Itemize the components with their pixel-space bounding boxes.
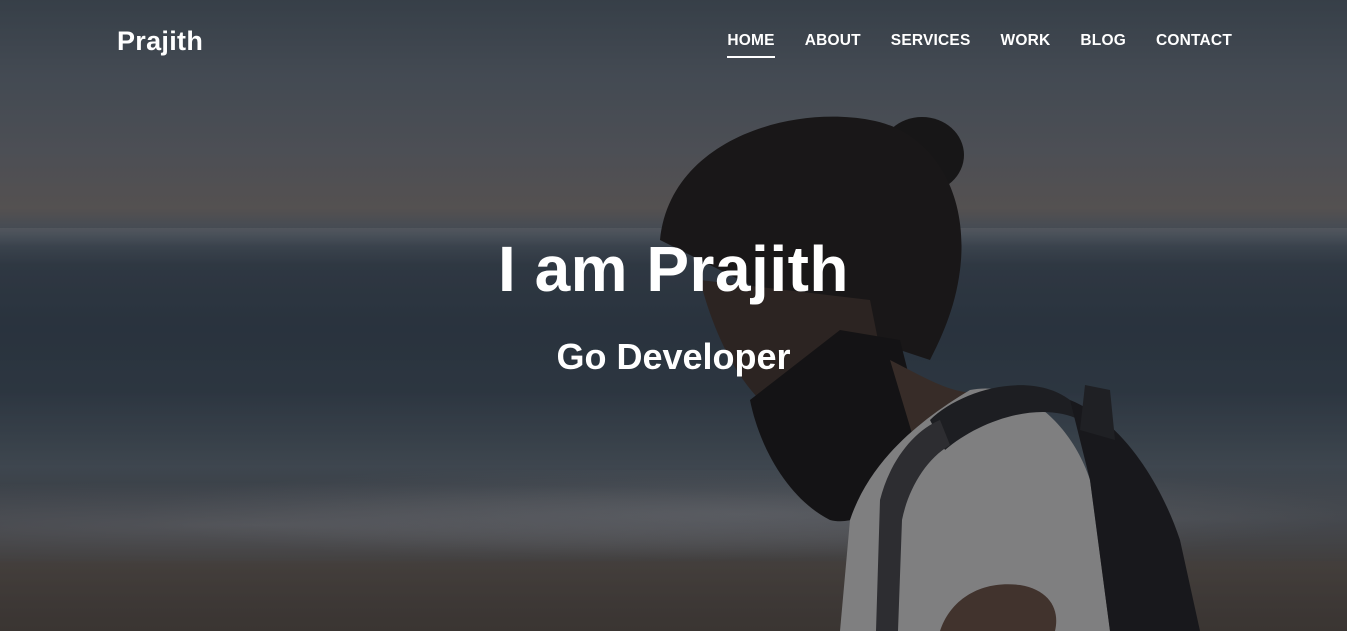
nav-item-about[interactable]: ABOUT (805, 32, 861, 58)
nav-item-contact[interactable]: CONTACT (1156, 32, 1232, 58)
nav-item-home[interactable]: HOME (727, 32, 776, 58)
hero-text: I am Prajith Go Developer (0, 232, 1347, 378)
nav-item-work[interactable]: WORK (1001, 32, 1051, 58)
hero-subtitle: Go Developer (556, 336, 791, 377)
hero-section: Prajith HOME ABOUT SERVICES WORK BLOG CO… (0, 0, 1347, 631)
hero-title: I am Prajith (498, 233, 849, 305)
nav-item-services[interactable]: SERVICES (891, 32, 971, 58)
top-navbar: Prajith HOME ABOUT SERVICES WORK BLOG CO… (0, 0, 1347, 86)
nav-menu: HOME ABOUT SERVICES WORK BLOG CONTACT (727, 32, 1232, 58)
nav-item-blog[interactable]: BLOG (1080, 32, 1126, 58)
site-logo[interactable]: Prajith (117, 26, 203, 57)
